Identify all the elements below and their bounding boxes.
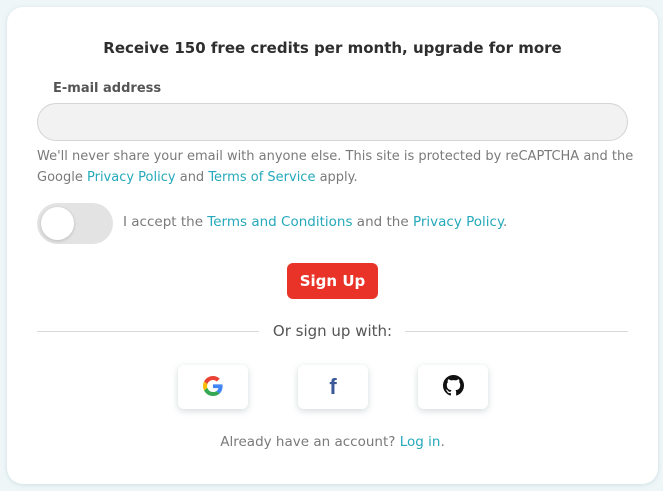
github-sign-up-button[interactable] [418,365,488,409]
toggle-knob [41,207,74,240]
terms-and-conditions-link[interactable]: Terms and Conditions [207,214,352,230]
log-in-link[interactable]: Log in [400,434,441,450]
accept-text-middle: and the [352,214,413,230]
facebook-sign-up-button[interactable]: f [298,365,368,409]
terms-of-service-link[interactable]: Terms of Service [208,170,315,185]
signup-card: Receive 150 free credits per month, upgr… [7,7,658,484]
email-help-text: We'll never share your email with anyone… [37,146,637,188]
accept-text-start: I accept the [123,214,208,230]
help-text-end: apply. [315,170,358,185]
divider-right [405,331,628,332]
login-prompt-text: Already have an account? [220,434,400,450]
google-sign-up-button[interactable] [178,365,248,409]
email-field[interactable] [37,103,628,141]
google-icon [203,375,223,399]
accept-terms-text: I accept the Terms and Conditions and th… [123,214,507,230]
accept-privacy-policy-link[interactable]: Privacy Policy [413,214,503,230]
headline: Receive 150 free credits per month, upgr… [103,39,562,57]
sign-up-button[interactable]: Sign Up [287,263,378,299]
login-prompt-suffix: . [440,434,445,450]
help-text-and: and [175,170,209,185]
privacy-policy-link[interactable]: Privacy Policy [87,170,176,185]
accept-terms-toggle[interactable] [37,203,113,244]
facebook-icon: f [329,374,337,399]
accept-text-end: . [503,214,508,230]
email-label: E-mail address [53,81,162,96]
github-icon [442,375,464,399]
login-prompt: Already have an account? Log in. [7,434,658,450]
